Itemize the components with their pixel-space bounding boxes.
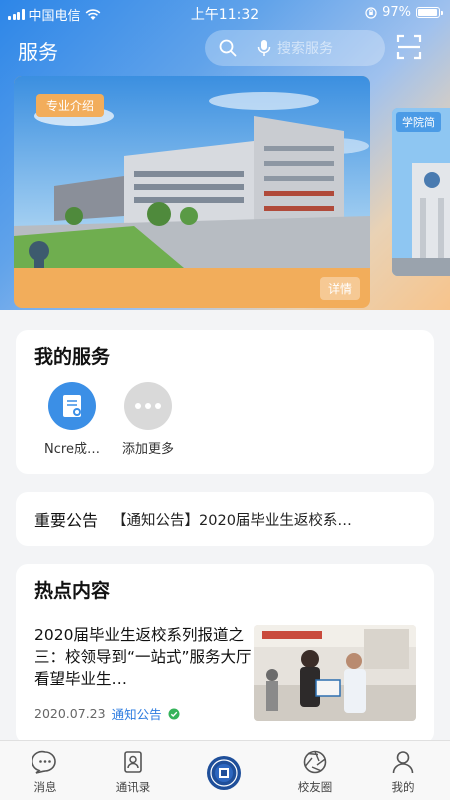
battery-percent: 97% <box>382 5 411 20</box>
search-placeholder: 搜索服务 <box>277 41 333 57</box>
service-label: 添加更多 <box>121 442 174 457</box>
contacts-icon <box>124 751 142 773</box>
hot-title: 热点内容 <box>34 580 111 602</box>
status-right: 97% <box>365 5 443 20</box>
notice-text[interactable]: 【通知公告】2020届毕业生返校系… <box>112 509 388 530</box>
user-icon <box>392 751 414 774</box>
notice-title: 重要公告 <box>34 511 99 530</box>
service-item-add-more[interactable]: 添加更多 <box>108 382 188 457</box>
status-bar: 中国电信 上午11:32 97% <box>0 0 450 26</box>
certificate-icon <box>48 382 96 430</box>
microphone-icon[interactable] <box>257 39 271 57</box>
banner-tag: 专业介绍 <box>36 94 105 117</box>
battery-icon <box>416 7 443 18</box>
service-item-ncre[interactable]: Ncre成… <box>32 382 112 457</box>
notice-card[interactable]: 重要公告 【通知公告】2020届毕业生返校系… <box>16 492 434 546</box>
message-icon <box>32 750 56 774</box>
news-meta: 2020.07.23 通知公告 <box>34 704 180 723</box>
news-date: 2020.07.23 <box>34 706 106 721</box>
banner-card[interactable]: 专业介绍 详情 <box>14 76 370 308</box>
news-thumbnail-image[interactable] <box>254 625 416 721</box>
tab-label: 消息 <box>33 780 57 794</box>
service-label: Ncre成… <box>44 442 100 457</box>
aperture-icon <box>303 750 327 774</box>
hot-content-card: 热点内容 2020届毕业生返校系列报道之三：校领导到“一站式”服务大厅看望毕业生… <box>16 564 434 744</box>
tab-messages[interactable]: 消息 <box>10 749 80 795</box>
college-building-image <box>392 108 450 276</box>
tab-mine[interactable]: 我的 <box>368 749 438 795</box>
verified-icon <box>168 708 180 719</box>
more-icon <box>124 382 172 430</box>
banner-next-tag: 学院简 <box>396 112 441 132</box>
tab-alumni[interactable]: 校友圈 <box>280 749 350 795</box>
search-bar[interactable]: 搜索服务 <box>205 30 385 66</box>
orientation-lock-icon <box>365 6 377 19</box>
services-title: 我的服务 <box>34 346 111 368</box>
news-category[interactable]: 通知公告 <box>112 704 162 723</box>
tab-bar: 消息 通讯录 校友圈 我的 <box>0 740 450 800</box>
banner-detail-button[interactable]: 详情 <box>319 277 360 300</box>
tab-label: 通讯录 <box>115 780 151 794</box>
tab-label: 校友圈 <box>297 780 333 794</box>
school-logo-icon[interactable] <box>206 755 242 791</box>
banner-card-next[interactable]: 学院简 <box>392 108 450 276</box>
tab-contacts[interactable]: 通讯录 <box>98 749 168 795</box>
scan-icon[interactable] <box>396 34 422 60</box>
news-title[interactable]: 2020届毕业生返校系列报道之三：校领导到“一站式”服务大厅看望毕业生… <box>34 624 256 690</box>
search-icon <box>219 39 237 57</box>
top-bar: 服务 搜索服务 <box>0 28 450 72</box>
page-title: 服务 <box>18 40 58 64</box>
my-services-card: 我的服务 Ncre成… 添加更多 <box>16 330 434 474</box>
tab-label: 我的 <box>391 780 415 794</box>
